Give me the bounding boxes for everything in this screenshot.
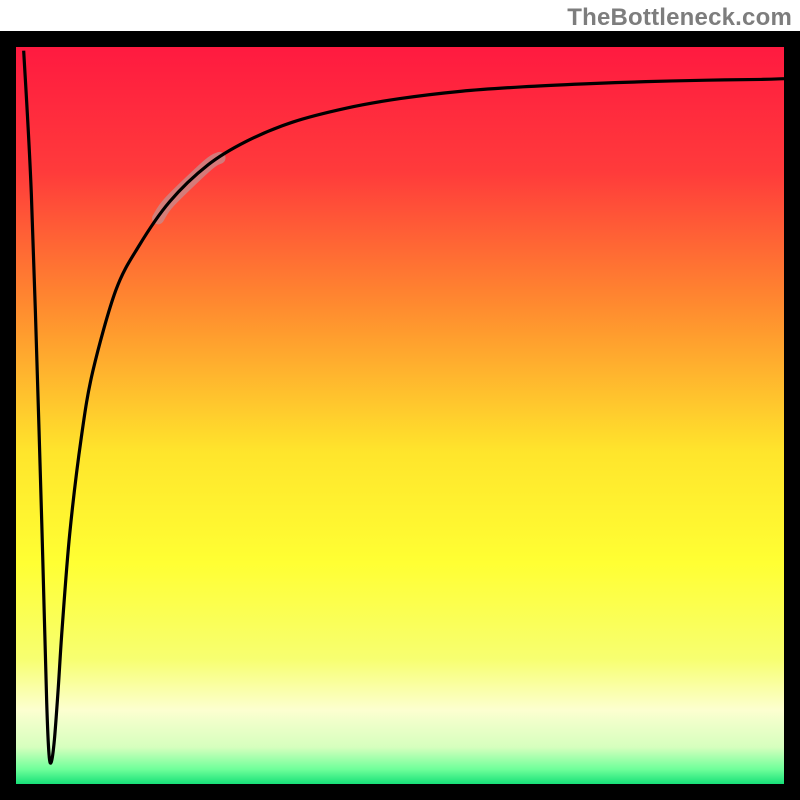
curve-highlight	[158, 158, 219, 219]
frame-top	[0, 31, 800, 47]
frame-right	[784, 31, 800, 800]
watermark-text: TheBottleneck.com	[567, 4, 792, 32]
frame-bottom	[0, 784, 800, 800]
plot-area	[16, 47, 784, 784]
frame-left	[0, 31, 16, 800]
chart-stage: TheBottleneck.com	[0, 0, 800, 800]
curve-layer	[16, 47, 784, 784]
curve-line	[24, 51, 784, 763]
